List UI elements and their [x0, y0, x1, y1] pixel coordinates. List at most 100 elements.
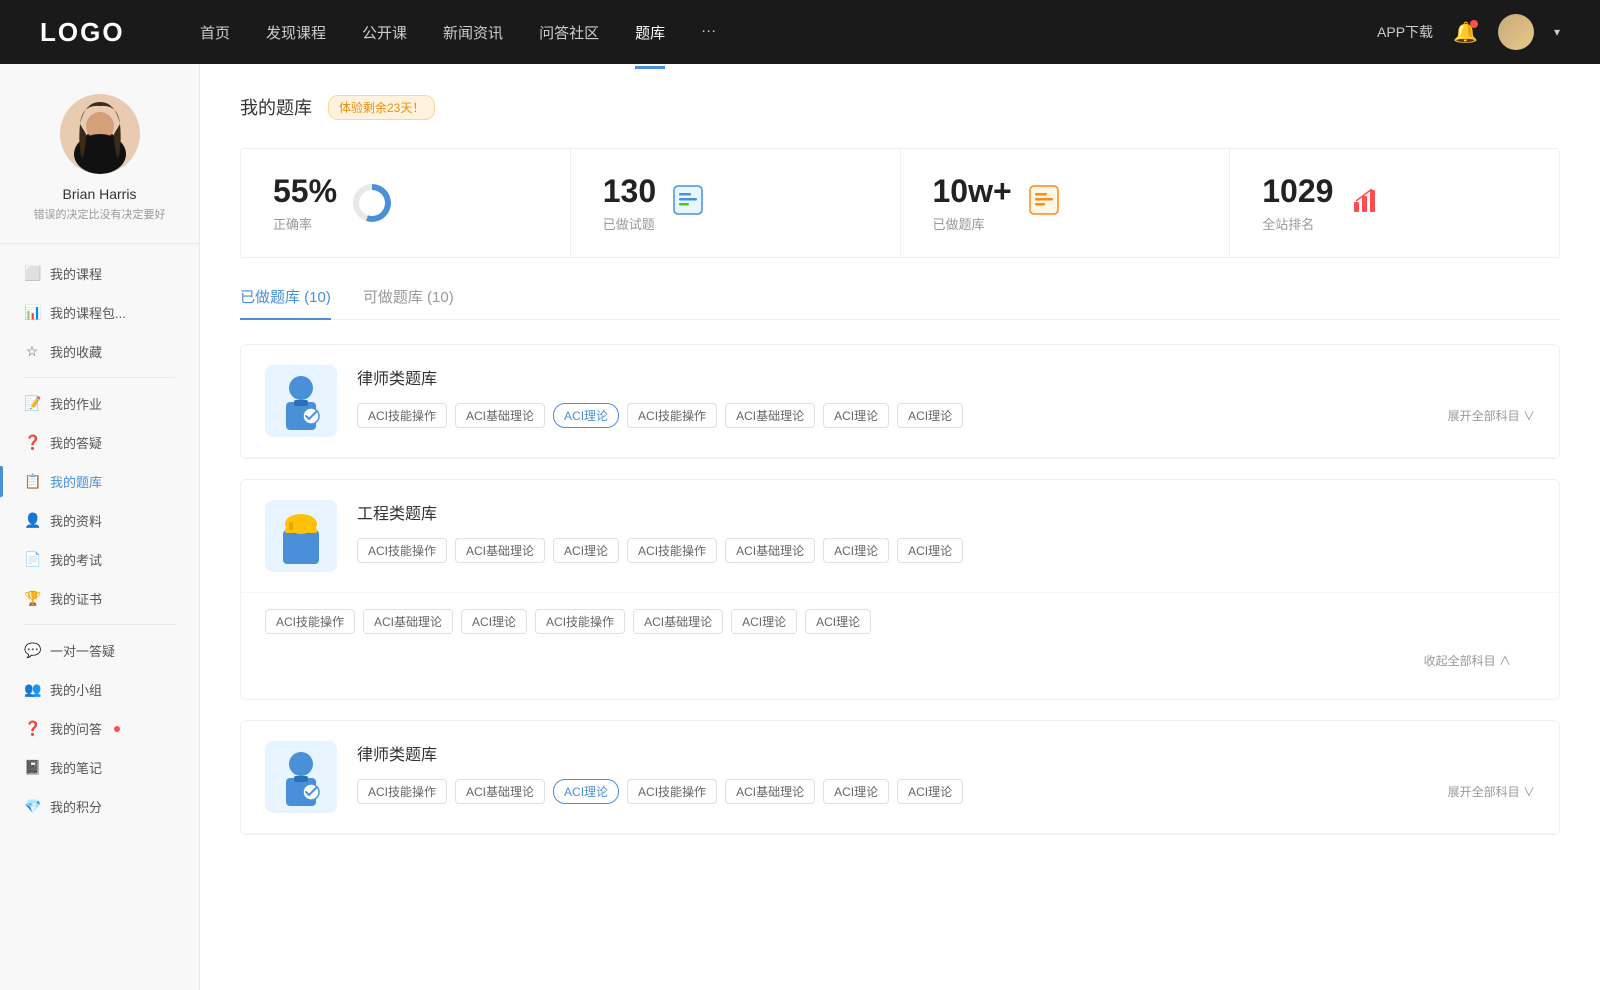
qbank-1-tag-2[interactable]: ACI理论 [553, 403, 619, 428]
sidebar-item-exam[interactable]: 📄 我的考试 [0, 540, 199, 579]
sidebar-item-course-pack[interactable]: 📊 我的课程包... [0, 293, 199, 332]
sidebar-item-favorites[interactable]: ☆ 我的收藏 [0, 332, 199, 371]
qbank-2-tag-r1-1[interactable]: ACI基础理论 [455, 538, 545, 563]
list-orange-icon [1028, 184, 1060, 223]
qbank-3-tag-4[interactable]: ACI基础理论 [725, 779, 815, 804]
sidebar-divider-1 [24, 377, 175, 378]
accuracy-pie-chart [353, 184, 391, 222]
sidebar-profile: Brian Harris 错误的决定比没有决定要好 [0, 94, 199, 244]
app-download-button[interactable]: APP下载 [1377, 22, 1433, 42]
sidebar: Brian Harris 错误的决定比没有决定要好 ⬜ 我的课程 📊 我的课程包… [0, 64, 200, 990]
sidebar-item-my-qa[interactable]: ❓ 我的问答 [0, 709, 199, 748]
qbank-2-icon-wrapper [265, 500, 337, 572]
user-name: Brian Harris [20, 186, 179, 202]
qbank-2-tag-r1-0[interactable]: ACI技能操作 [357, 538, 447, 563]
sidebar-item-homework[interactable]: 📝 我的作业 [0, 384, 199, 423]
user-dropdown-arrow[interactable]: ▾ [1554, 25, 1560, 39]
qbank-2-tag-r2-1[interactable]: ACI基础理论 [363, 609, 453, 634]
tab-available-qbanks[interactable]: 可做题库 (10) [363, 286, 454, 319]
stat-done-qbanks-label: 已做题库 [933, 214, 1012, 233]
qbank-1-tag-5[interactable]: ACI理论 [823, 403, 889, 428]
sidebar-label-qa: 我的答疑 [50, 433, 102, 452]
sidebar-label-group: 我的小组 [50, 680, 102, 699]
qbank-1-tag-0[interactable]: ACI技能操作 [357, 403, 447, 428]
qbank-2-tag-r2-2[interactable]: ACI理论 [461, 609, 527, 634]
sidebar-item-group[interactable]: 👥 我的小组 [0, 670, 199, 709]
trial-badge[interactable]: 体验剩余23天！ [328, 95, 435, 120]
qbank-1-tag-4[interactable]: ACI基础理论 [725, 403, 815, 428]
qa-icon: ❓ [24, 434, 40, 451]
sidebar-item-my-course[interactable]: ⬜ 我的课程 [0, 254, 199, 293]
qbank-2-tag-r1-4[interactable]: ACI基础理论 [725, 538, 815, 563]
nav-news[interactable]: 新闻资讯 [443, 18, 503, 47]
qbank-3-expand[interactable]: 展开全部科目 ∨ [1448, 783, 1535, 800]
nav-qa[interactable]: 问答社区 [539, 18, 599, 47]
qbank-card-2: 工程类题库 ACI技能操作 ACI基础理论 ACI理论 ACI技能操作 ACI基… [240, 479, 1560, 700]
qbank-3-tag-0[interactable]: ACI技能操作 [357, 779, 447, 804]
qbank-2-tag-r2-5[interactable]: ACI理论 [731, 609, 797, 634]
stat-done-questions-info: 130 已做试题 [603, 173, 656, 233]
qbank-2-body: ACI技能操作 ACI基础理论 ACI理论 ACI技能操作 ACI基础理论 AC… [241, 593, 1559, 699]
sidebar-label-points: 我的积分 [50, 797, 102, 816]
qbank-2-tag-r2-0[interactable]: ACI技能操作 [265, 609, 355, 634]
sidebar-item-notes[interactable]: 📓 我的笔记 [0, 748, 199, 787]
sidebar-label-one-on-one: 一对一答疑 [50, 641, 115, 660]
qbank-3-tag-5[interactable]: ACI理论 [823, 779, 889, 804]
sidebar-item-qbank[interactable]: 📋 我的题库 [0, 462, 199, 501]
sidebar-item-certificate[interactable]: 🏆 我的证书 [0, 579, 199, 618]
qbank-2-collapse[interactable]: 收起全部科目 ∧ [265, 644, 1535, 683]
nav-discover[interactable]: 发现课程 [266, 18, 326, 47]
qbank-card-3: 律师类题库 ACI技能操作 ACI基础理论 ACI理论 ACI技能操作 ACI基… [240, 720, 1560, 835]
qbank-2-tag-r1-2[interactable]: ACI理论 [553, 538, 619, 563]
qbank-1-tag-3[interactable]: ACI技能操作 [627, 403, 717, 428]
qbank-2-tag-r1-6[interactable]: ACI理论 [897, 538, 963, 563]
certificate-icon: 🏆 [24, 590, 40, 607]
qbank-2-tag-r2-3[interactable]: ACI技能操作 [535, 609, 625, 634]
logo: LOGO [40, 17, 140, 48]
qa-dot [114, 726, 120, 732]
stat-rank-label: 全站排名 [1262, 214, 1333, 233]
avatar[interactable] [1498, 14, 1534, 50]
sidebar-label-qbank: 我的题库 [50, 472, 102, 491]
stat-accuracy-info: 55% 正确率 [273, 173, 337, 233]
qbank-3-tag-6[interactable]: ACI理论 [897, 779, 963, 804]
sidebar-item-qa[interactable]: ❓ 我的答疑 [0, 423, 199, 462]
nav-home[interactable]: 首页 [200, 18, 230, 47]
qbank-3-tag-1[interactable]: ACI基础理论 [455, 779, 545, 804]
user-motto: 错误的决定比没有决定要好 [20, 208, 179, 223]
avatar-svg [60, 94, 140, 174]
header: LOGO 首页 发现课程 公开课 新闻资讯 问答社区 题库 ··· APP下载 … [0, 0, 1600, 64]
sidebar-item-profile[interactable]: 👤 我的资料 [0, 501, 199, 540]
nav-open-course[interactable]: 公开课 [362, 18, 407, 47]
qbank-2-tag-r1-5[interactable]: ACI理论 [823, 538, 889, 563]
tabs-row: 已做题库 (10) 可做题库 (10) [240, 286, 1560, 320]
qbank-2-tag-r1-3[interactable]: ACI技能操作 [627, 538, 717, 563]
list-green-icon [672, 184, 704, 223]
qbank-1-tags: ACI技能操作 ACI基础理论 ACI理论 ACI技能操作 ACI基础理论 AC… [357, 403, 1535, 428]
sidebar-item-one-on-one[interactable]: 💬 一对一答疑 [0, 631, 199, 670]
main-content: 我的题库 体验剩余23天！ 55% 正确率 130 已做试题 [200, 64, 1600, 990]
qbank-1-tag-6[interactable]: ACI理论 [897, 403, 963, 428]
nav-more[interactable]: ··· [701, 18, 716, 47]
notification-bell[interactable]: 🔔 [1453, 20, 1478, 45]
page-title: 我的题库 [240, 94, 312, 120]
qbank-1-tag-1[interactable]: ACI基础理论 [455, 403, 545, 428]
qbank-3-tag-2[interactable]: ACI理论 [553, 779, 619, 804]
stat-rank: 1029 全站排名 [1230, 149, 1559, 257]
profile-icon: 👤 [24, 512, 40, 529]
qbank-2-tag-r2-6[interactable]: ACI理论 [805, 609, 871, 634]
sidebar-label-my-qa: 我的问答 [50, 719, 102, 738]
qbank-2-tag-r2-4[interactable]: ACI基础理论 [633, 609, 723, 634]
nav-exam[interactable]: 题库 [635, 18, 665, 47]
qbank-2-tags-row1: ACI技能操作 ACI基础理论 ACI理论 ACI技能操作 ACI基础理论 AC… [357, 538, 1535, 563]
chart-red-icon [1349, 184, 1381, 223]
stat-accuracy-label: 正确率 [273, 214, 337, 233]
qbank-3-tag-3[interactable]: ACI技能操作 [627, 779, 717, 804]
profile-avatar [60, 94, 140, 174]
qbank-1-expand[interactable]: 展开全部科目 ∨ [1448, 407, 1535, 424]
sidebar-item-points[interactable]: 💎 我的积分 [0, 787, 199, 826]
qbank-3-title: 律师类题库 [357, 741, 1535, 765]
tab-done-qbanks[interactable]: 已做题库 (10) [240, 286, 331, 319]
stat-rank-info: 1029 全站排名 [1262, 173, 1333, 233]
qbank-3-tags: ACI技能操作 ACI基础理论 ACI理论 ACI技能操作 ACI基础理论 AC… [357, 779, 1535, 804]
